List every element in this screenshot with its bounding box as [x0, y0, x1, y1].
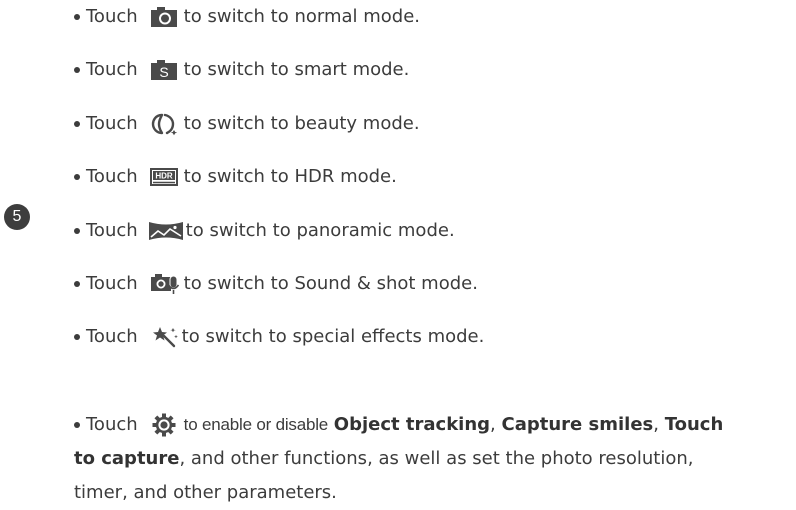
touch-label: Touch	[86, 59, 138, 80]
list-item-special-effects-mode: Touch to switch to special effects mode.	[73, 324, 484, 350]
settings-text-part2: , and other functions, as well as set th…	[179, 448, 694, 469]
touch-label: Touch	[86, 273, 138, 294]
magic-wand-icon	[150, 325, 180, 349]
camera-icon	[150, 6, 178, 28]
settings-text-part1: to enable or disable	[183, 415, 329, 434]
item-text: to switch to normal mode.	[183, 6, 421, 27]
settings-line-2: to capture, and other functions, as well…	[73, 442, 793, 476]
item-text: to switch to smart mode.	[183, 59, 410, 80]
bullet	[74, 174, 80, 180]
list-item-panoramic-mode: Touch to switch to panoramic mode.	[73, 218, 455, 244]
step-number-badge: 5	[4, 204, 30, 230]
list-item-hdr-mode: Touch HDR to switch to HDR mode.	[73, 164, 397, 190]
smart-mode-icon: S	[150, 59, 178, 81]
list-item-beauty-mode: Touch to switch to beauty mode.	[73, 111, 420, 137]
settings-line-1: Touch to enable or disable Object tracki…	[73, 408, 793, 442]
touch-to-capture-label-part2: to capture	[74, 448, 180, 469]
gear-icon	[152, 413, 176, 437]
touch-label: Touch	[86, 166, 138, 187]
capture-smiles-label: Capture smiles	[501, 414, 654, 435]
bullet	[74, 67, 80, 73]
list-item-settings: Touch to enable or disable Object tracki…	[73, 408, 793, 510]
bullet	[74, 281, 80, 287]
object-tracking-label: Object tracking	[333, 414, 491, 435]
touch-to-capture-label-part1: Touch	[664, 414, 724, 435]
touch-label: Touch	[86, 326, 138, 347]
item-text: to switch to HDR mode.	[183, 166, 397, 187]
bullet	[74, 228, 80, 234]
item-text: to switch to beauty mode.	[183, 113, 420, 134]
bullet	[74, 422, 80, 428]
touch-label: Touch	[86, 220, 138, 241]
item-text: to switch to panoramic mode.	[185, 220, 455, 241]
list-item-sound-shot-mode: Touch to switch to Sound & shot mode.	[73, 271, 478, 297]
item-text: to switch to Sound & shot mode.	[183, 273, 478, 294]
hdr-icon: HDR	[149, 167, 178, 187]
settings-line-3: timer, and other parameters.	[74, 482, 337, 503]
list-item-normal-mode: Touch to switch to normal mode.	[73, 4, 420, 30]
touch-label: Touch	[86, 113, 138, 134]
svg-text:S: S	[159, 64, 168, 80]
touch-label: Touch	[86, 6, 138, 27]
bullet	[74, 121, 80, 127]
bullet	[74, 14, 80, 20]
panorama-icon	[148, 220, 184, 242]
sound-shot-icon	[150, 272, 182, 296]
touch-label: Touch	[86, 414, 138, 435]
list-item-smart-mode: Touch S to switch to smart mode.	[73, 57, 409, 83]
bullet	[74, 334, 80, 340]
beauty-icon	[150, 112, 178, 136]
svg-text:HDR: HDR	[155, 172, 173, 181]
item-text: to switch to special effects mode.	[181, 326, 485, 347]
